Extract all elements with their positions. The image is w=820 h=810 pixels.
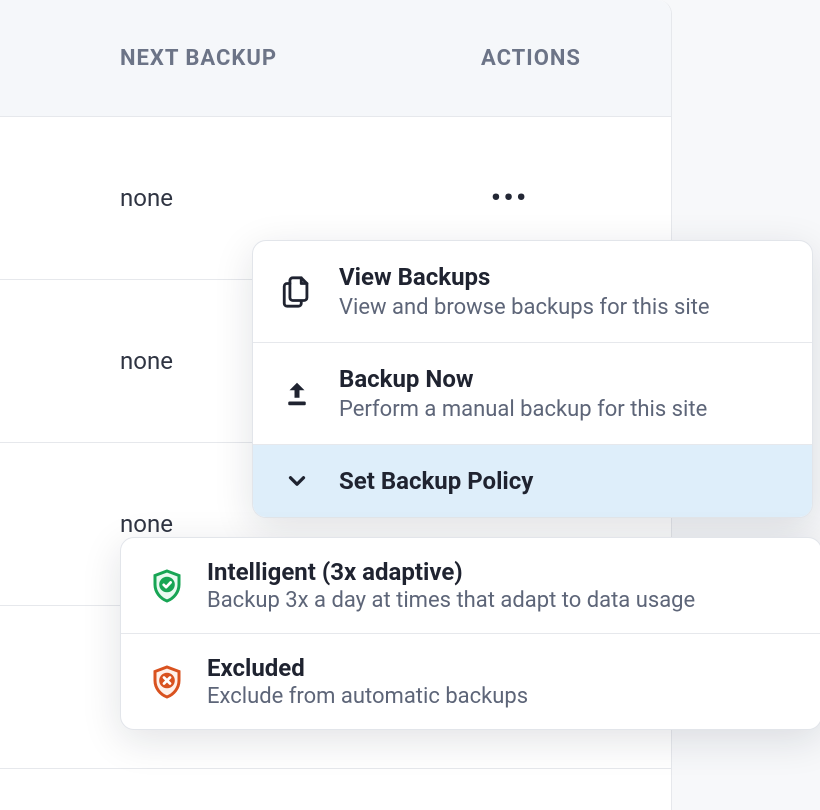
policy-option-desc: Backup 3x a day at times that adapt to d…	[207, 588, 695, 613]
policy-option-title: Intelligent (3x adaptive)	[207, 558, 695, 586]
menu-item-title: Backup Now	[339, 365, 707, 393]
menu-item-view-backups[interactable]: View Backups View and browse backups for…	[253, 241, 812, 343]
shield-check-icon	[147, 566, 187, 606]
chevron-down-icon	[279, 463, 315, 499]
more-actions-icon[interactable]: •••	[481, 177, 539, 219]
column-header-next-backup: NEXT BACKUP	[0, 46, 481, 71]
menu-item-desc: Perform a manual backup for this site	[339, 397, 707, 422]
actions-menu: View Backups View and browse backups for…	[252, 240, 813, 518]
next-backup-value: none	[0, 184, 481, 212]
menu-item-title: Set Backup Policy	[339, 467, 533, 495]
policy-option-excluded[interactable]: Excluded Exclude from automatic backups	[121, 634, 820, 729]
menu-item-backup-now[interactable]: Backup Now Perform a manual backup for t…	[253, 343, 812, 445]
table-header-row: NEXT BACKUP ACTIONS	[0, 0, 671, 117]
column-header-actions: ACTIONS	[481, 46, 671, 71]
menu-item-title: View Backups	[339, 263, 710, 291]
menu-item-set-backup-policy[interactable]: Set Backup Policy	[253, 445, 812, 517]
menu-item-desc: View and browse backups for this site	[339, 295, 710, 320]
policy-option-title: Excluded	[207, 654, 528, 682]
shield-x-icon	[147, 662, 187, 702]
policy-option-desc: Exclude from automatic backups	[207, 684, 528, 709]
upload-icon	[279, 376, 315, 412]
documents-icon	[279, 274, 315, 310]
policy-option-intelligent[interactable]: Intelligent (3x adaptive) Backup 3x a da…	[121, 538, 820, 634]
backup-policy-menu: Intelligent (3x adaptive) Backup 3x a da…	[120, 537, 820, 730]
